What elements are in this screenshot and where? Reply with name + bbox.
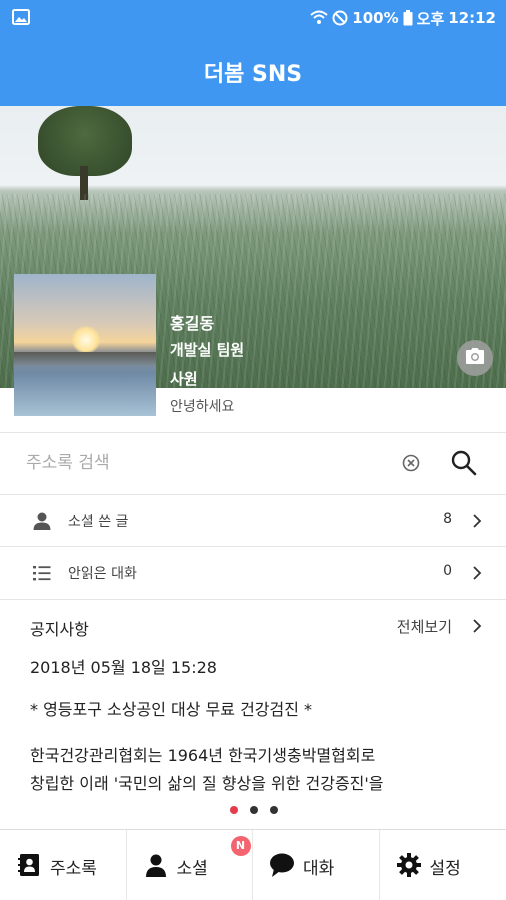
my-social-posts-row[interactable]: 소셜 쓴 글 8 [0,495,506,547]
tab-chat[interactable]: 대화 [253,830,380,900]
app-title: 더봄 SNS [203,62,303,87]
notice-title: 공지사항 [30,620,89,639]
row-count: 0 [443,563,452,579]
clear-search-icon[interactable] [402,454,420,472]
tab-label: 대화 [303,859,335,879]
page-dot[interactable] [270,806,278,814]
image-icon [12,9,30,25]
contacts-icon [16,852,42,878]
view-all-notices-link[interactable]: 전체보기 [397,616,452,637]
tab-social[interactable]: 소셜 N [127,830,253,900]
tab-label: 주소록 [50,859,97,879]
battery-percent: 100% [352,9,399,27]
row-label: 안읽은 대화 [68,566,137,582]
notice-body-line: 창립한 이래 '국민의 삶의 질 향상을 위한 건강증진'을 [30,774,384,793]
notice-body[interactable]: 한국건강관리협회는 1964년 한국기생충박멸협회로 창립한 이래 '국민의 삶… [30,742,460,798]
chevron-right-icon [472,565,482,580]
profile-avatar[interactable] [14,274,156,416]
profile-department: 개발실 팀원 [170,341,245,359]
chevron-right-icon [472,513,482,528]
wifi-icon [310,10,328,26]
row-count: 8 [443,511,452,527]
app-bar: 더봄 SNS [0,36,506,106]
do-not-disturb-icon [332,10,348,26]
change-cover-button[interactable] [457,340,493,376]
page-dot-active[interactable] [230,806,238,814]
time-ampm: 오후 [416,9,445,28]
profile-header: 홍길동 개발실 팀원 사원 안녕하세요 [0,106,506,432]
search-icon[interactable] [450,449,478,477]
status-indicators: 100% 오후 12:12 [310,7,496,29]
tab-settings[interactable]: 설정 [380,830,506,900]
unread-chats-row[interactable]: 안읽은 대화 0 [0,547,506,599]
new-badge: N [230,836,251,856]
person-icon [32,511,52,531]
tab-label: 소셜 [176,859,208,879]
notice-header: 공지사항 전체보기 [0,600,506,648]
tab-contacts[interactable]: 주소록 [0,830,127,900]
status-bar: 100% 오후 12:12 [0,0,506,36]
notice-page-indicator [230,806,278,814]
list-icon [32,563,52,583]
gear-icon [396,852,422,878]
battery-icon [403,10,413,26]
page-dot[interactable] [250,806,258,814]
contact-search [0,433,506,494]
notice-body-line: 한국건강관리협회는 1964년 한국기생충박멸협회로 [30,746,376,765]
tab-label: 설정 [429,859,461,879]
profile-status-message[interactable]: 안녕하세요 [170,396,234,416]
camera-icon [465,347,485,369]
bottom-tab-bar: 주소록 소셜 N 대화 설정 [0,829,506,900]
avatar-shore [14,352,156,366]
time: 12:12 [448,9,496,27]
row-label: 소셜 쓴 글 [68,514,129,530]
search-input[interactable] [26,447,396,479]
notice-subject[interactable]: * 영등포구 소상공인 대상 무료 건강검진 * [30,696,312,720]
chevron-right-icon[interactable] [472,618,482,633]
person-icon [143,852,169,878]
avatar-sun [72,326,100,354]
profile-name: 홍길동 [170,314,215,333]
profile-rank: 사원 [170,370,198,388]
notice-date: 2018년 05월 18일 15:28 [30,658,217,677]
chat-icon [269,852,295,878]
